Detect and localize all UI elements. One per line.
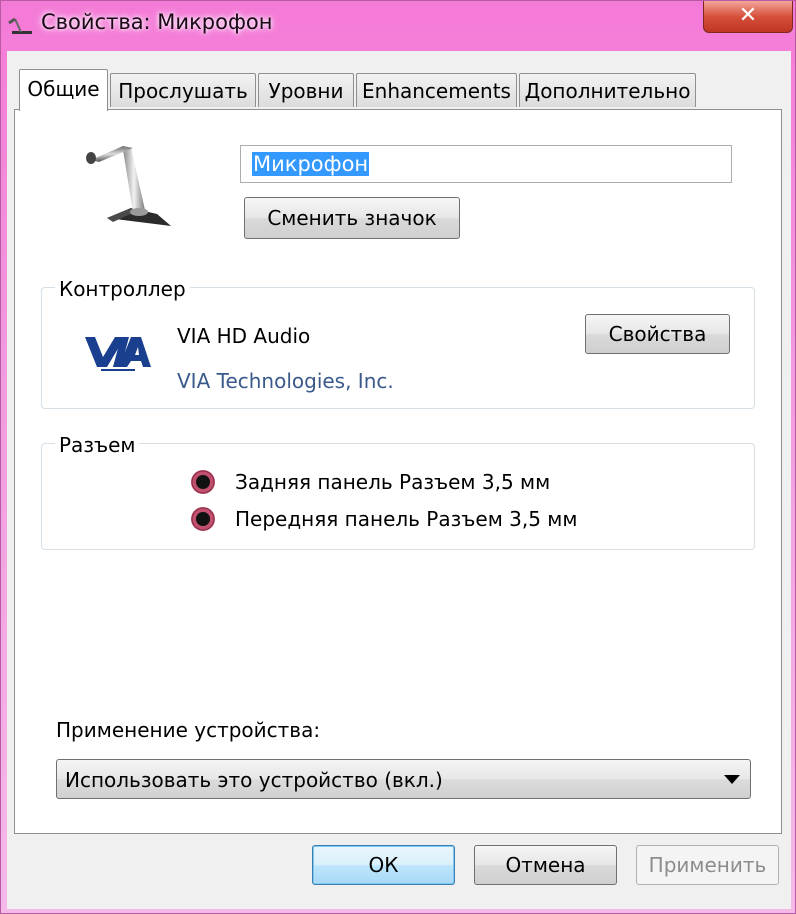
cancel-button[interactable]: Отмена [474, 845, 617, 885]
controller-group-label: Контроллер [55, 277, 190, 301]
device-name-value: Микрофон [252, 152, 370, 176]
jack-item-label: Передняя панель Разъем 3,5 мм [235, 507, 578, 531]
tab-advanced[interactable]: Дополнительно [519, 73, 696, 107]
dialog-client-area: Общие Прослушать Уровни Enhancements Доп… [7, 51, 791, 909]
tab-bar: Общие Прослушать Уровни Enhancements Доп… [7, 51, 791, 111]
device-usage-select[interactable]: Использовать это устройство (вкл.) [56, 759, 751, 799]
close-icon: ✕ [738, 3, 758, 28]
close-button[interactable]: ✕ [703, 1, 793, 33]
tab-listen[interactable]: Прослушать [110, 73, 256, 107]
ok-button[interactable]: ОК [312, 845, 455, 885]
tab-levels[interactable]: Уровни [258, 73, 354, 107]
jack-item-label: Задняя панель Разъем 3,5 мм [235, 470, 551, 494]
window-title: Свойства: Микрофон [41, 10, 273, 34]
apply-button[interactable]: Применить [636, 845, 779, 885]
microphone-icon [8, 17, 32, 34]
microphone-icon [86, 146, 171, 226]
properties-window: Свойства: Микрофон ✕ Общие Прослушать Ур… [0, 0, 796, 914]
chevron-down-icon[interactable] [724, 775, 740, 784]
tab-enhancements[interactable]: Enhancements [356, 73, 517, 107]
via-logo-icon [85, 337, 151, 371]
device-name-input[interactable]: Микрофон [240, 145, 732, 183]
tab-general[interactable]: Общие [19, 69, 108, 111]
jack-icon [191, 470, 215, 494]
controller-name: VIA HD Audio [177, 324, 311, 348]
jack-icon [191, 507, 215, 531]
jack-group [41, 443, 755, 550]
controller-properties-button[interactable]: Свойства [585, 314, 730, 354]
controller-vendor: VIA Technologies, Inc. [177, 369, 394, 393]
title-bar[interactable]: Свойства: Микрофон ✕ [1, 1, 796, 51]
change-icon-button[interactable]: Сменить значок [244, 197, 460, 239]
device-usage-label: Применение устройства: [56, 718, 321, 742]
jack-group-label: Разъем [55, 433, 140, 457]
device-usage-value: Использовать это устройство (вкл.) [65, 768, 443, 792]
